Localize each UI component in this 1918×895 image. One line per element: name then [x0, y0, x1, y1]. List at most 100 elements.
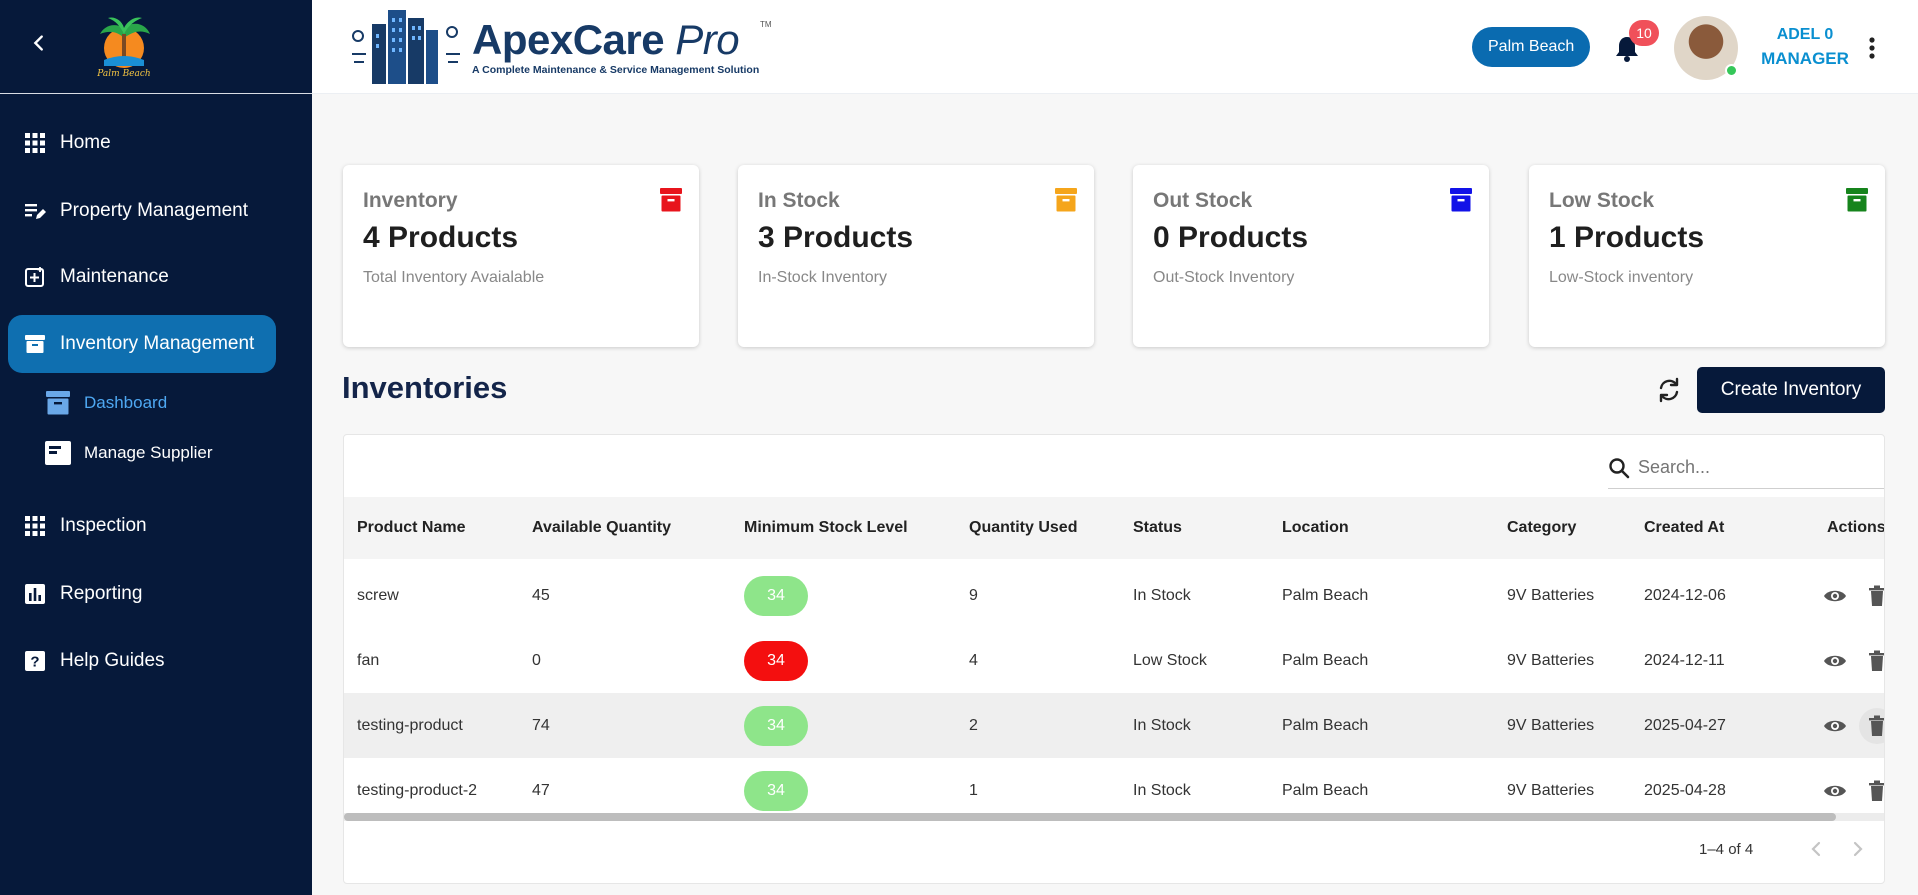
stock-level-chip: 34 — [744, 770, 808, 811]
cell-category: 9V Batteries — [1507, 651, 1595, 669]
brand-name: ApexCare Pro — [472, 16, 740, 63]
cell-product-name: screw — [357, 586, 399, 604]
cell-available-quantity: 74 — [532, 716, 550, 734]
stock-level-chip: 34 — [744, 705, 808, 746]
grid-icon — [25, 133, 45, 153]
table-row[interactable]: testing-product 74 34 2 In Stock Palm Be… — [344, 693, 1884, 758]
sidebar-item-label: Maintenance — [60, 266, 169, 287]
search-box — [1608, 447, 1884, 489]
online-status-dot — [1725, 64, 1738, 77]
cell-actions — [1822, 563, 1884, 628]
location-selector-button[interactable]: Palm Beach — [1472, 27, 1591, 67]
add-box-icon — [25, 267, 44, 287]
sidebar-header: Palm Beach — [0, 0, 312, 94]
delete-icon[interactable] — [1864, 778, 1884, 804]
cell-minimum-stock-level: 34 — [744, 628, 808, 693]
stat-card-inventory: Inventory 4 Products Total Inventory Ava… — [343, 165, 699, 347]
sidebar-item-property-management[interactable]: Property Management — [8, 182, 276, 240]
card-icon — [45, 441, 71, 465]
stock-level-chip: 34 — [744, 575, 808, 616]
sidebar-item-reporting[interactable]: Reporting — [8, 565, 276, 623]
view-icon[interactable] — [1822, 648, 1848, 674]
cell-category: 9V Batteries — [1507, 586, 1595, 604]
cell-status: In Stock — [1133, 586, 1191, 604]
more-vertical-icon[interactable] — [1860, 34, 1884, 62]
search-icon — [1609, 457, 1630, 478]
archive-box-icon — [1450, 188, 1472, 212]
chevron-left-icon[interactable] — [1802, 835, 1830, 863]
stat-card-title: Inventory — [363, 189, 458, 212]
cell-created-at: 2025-04-27 — [1644, 716, 1726, 734]
column-header[interactable]: Category — [1507, 497, 1576, 559]
cell-actions — [1822, 628, 1884, 693]
sidebar-item-home[interactable]: Home — [8, 114, 276, 172]
cell-product-name: testing-product — [357, 716, 463, 734]
table-header: Product Name Available Quantity Minimum … — [344, 497, 1885, 559]
sidebar-item-inventory-management[interactable]: Inventory Management — [8, 315, 276, 373]
cell-available-quantity: 45 — [532, 586, 550, 604]
column-header[interactable]: Quantity Used — [969, 497, 1077, 559]
column-header[interactable]: Minimum Stock Level — [744, 497, 908, 559]
stat-card-subtitle: Out-Stock Inventory — [1153, 269, 1295, 286]
sidebar-subitem-manage-supplier[interactable]: Manage Supplier — [44, 433, 213, 473]
archive-box-icon — [1055, 188, 1077, 212]
stat-card-low-stock: Low Stock 1 Products Low-Stock inventory — [1529, 165, 1885, 347]
brand-trademark: TM — [760, 20, 772, 29]
page-title: Inventories — [342, 370, 508, 405]
brand-logo: ApexCare Pro TM A Complete Maintenance &… — [342, 6, 772, 88]
view-icon[interactable] — [1822, 713, 1848, 739]
view-icon[interactable] — [1822, 778, 1848, 804]
archive-box-icon — [660, 188, 682, 212]
view-icon[interactable] — [1822, 583, 1848, 609]
cell-status: In Stock — [1133, 716, 1191, 734]
cell-status: Low Stock — [1133, 651, 1207, 669]
sidebar-item-label: Inspection — [60, 515, 147, 536]
column-header[interactable]: Status — [1133, 497, 1182, 559]
scrollbar-thumb[interactable] — [344, 813, 1836, 821]
cell-product-name: fan — [357, 651, 380, 669]
chevron-left-icon[interactable] — [28, 32, 50, 54]
create-inventory-button[interactable]: Create Inventory — [1697, 367, 1885, 413]
cell-available-quantity: 0 — [532, 651, 541, 669]
sidebar-item-inspection[interactable]: Inspection — [8, 497, 276, 555]
grid-icon — [25, 516, 45, 536]
stock-level-chip: 34 — [744, 640, 808, 681]
column-header[interactable]: Available Quantity — [532, 497, 671, 559]
search-input[interactable] — [1638, 457, 1858, 478]
delete-icon[interactable] — [1864, 583, 1884, 609]
delete-icon[interactable] — [1864, 648, 1884, 674]
delete-icon[interactable] — [1859, 707, 1884, 744]
user-role: MANAGER — [1761, 49, 1849, 68]
sidebar-item-label: Reporting — [60, 583, 143, 604]
sidebar-item-label: Help Guides — [60, 650, 165, 671]
sidebar-subitem-label: Manage Supplier — [84, 443, 213, 462]
sidebar-item-label: Home — [60, 132, 111, 153]
brand-tagline: A Complete Maintenance & Service Managem… — [472, 64, 760, 76]
cell-location: Palm Beach — [1282, 651, 1369, 669]
column-header[interactable]: Location — [1282, 497, 1349, 559]
archive-box-icon — [25, 335, 45, 353]
stat-card-subtitle: In-Stock Inventory — [758, 269, 887, 286]
archive-box-icon — [1846, 188, 1868, 212]
cell-created-at: 2024-12-06 — [1644, 586, 1726, 604]
table-row[interactable]: screw 45 34 9 In Stock Palm Beach 9V Bat… — [344, 563, 1884, 628]
sidebar: Palm Beach Home Property Management Main… — [0, 0, 312, 895]
edit-list-icon — [25, 204, 46, 219]
cell-actions — [1822, 693, 1884, 758]
notification-badge: 10 — [1629, 20, 1659, 46]
cell-created-at: 2024-12-11 — [1644, 651, 1725, 669]
column-header: Actions — [1827, 519, 1885, 536]
sidebar-item-maintenance[interactable]: Maintenance — [8, 248, 276, 306]
horizontal-scrollbar[interactable] — [344, 813, 1884, 821]
chevron-right-icon[interactable] — [1844, 835, 1872, 863]
sidebar-item-help-guides[interactable]: ? Help Guides — [8, 632, 276, 690]
stat-card-title: Out Stock — [1153, 189, 1253, 212]
sidebar-subitem-dashboard[interactable]: Dashboard — [44, 383, 167, 423]
sidebar-item-label: Property Management — [60, 200, 248, 221]
stat-card-out-stock: Out Stock 0 Products Out-Stock Inventory — [1133, 165, 1489, 347]
stat-card-title: Low Stock — [1549, 189, 1655, 212]
column-header[interactable]: Product Name — [357, 497, 465, 559]
column-header[interactable]: Created At — [1644, 497, 1724, 559]
table-row[interactable]: fan 0 34 4 Low Stock Palm Beach 9V Batte… — [344, 628, 1884, 693]
refresh-icon[interactable] — [1655, 376, 1683, 404]
